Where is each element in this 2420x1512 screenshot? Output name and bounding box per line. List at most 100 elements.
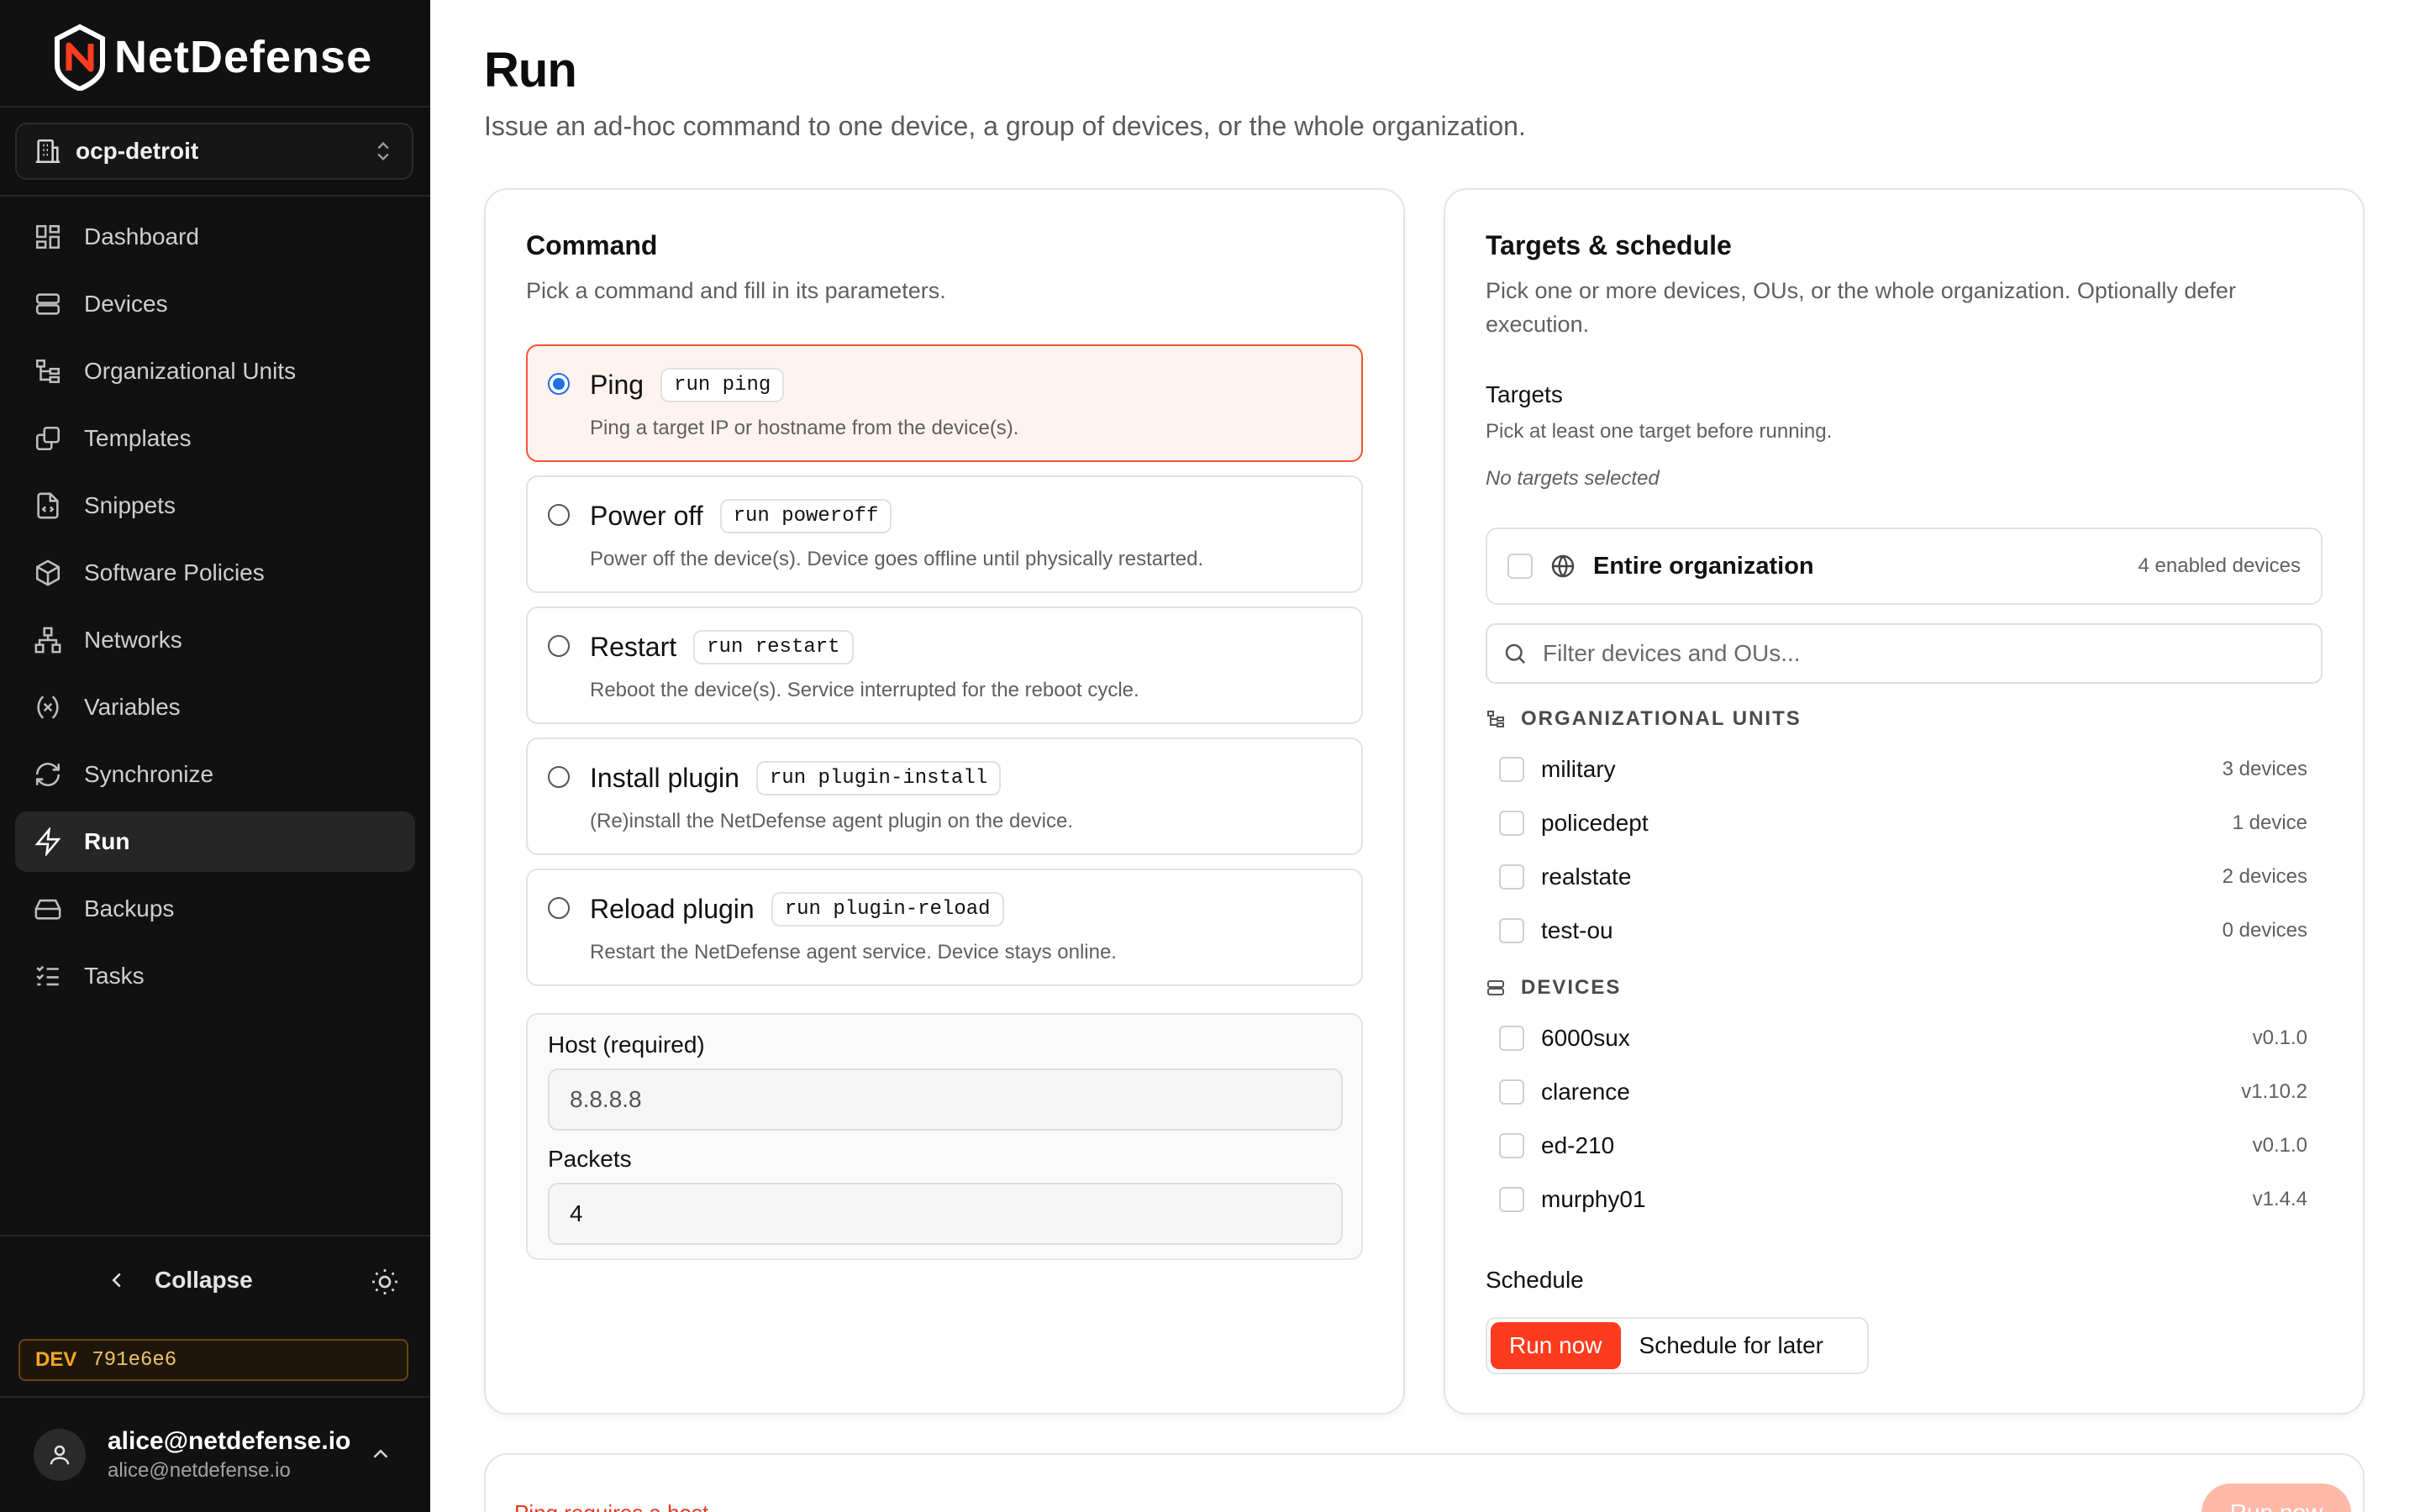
checkbox[interactable] [1499, 811, 1524, 836]
sidebar-item-tasks[interactable]: Tasks [15, 946, 415, 1006]
command-option-install-plugin[interactable]: Install plugin run plugin-install (Re)in… [526, 738, 1363, 855]
ou-row[interactable]: realstate 2 devices [1499, 853, 2307, 900]
checkbox[interactable] [1499, 864, 1524, 890]
run-now-button[interactable]: Run now [2202, 1483, 2351, 1512]
radio-button[interactable] [548, 504, 570, 526]
device-version: v0.1.0 [2252, 1026, 2307, 1049]
sidebar-item-label: Variables [84, 694, 181, 720]
org-switcher[interactable]: ocp-detroit [15, 123, 413, 180]
sidebar-item-label: Software Policies [84, 559, 265, 585]
host-input[interactable]: 8.8.8.8 [548, 1068, 1343, 1131]
packets-input[interactable]: 4 [548, 1183, 1343, 1245]
run-now-option[interactable]: Run now [1491, 1322, 1621, 1369]
sidebar-item-devices[interactable]: Devices [15, 274, 415, 334]
sidebar-item-software-policies[interactable]: Software Policies [15, 543, 415, 603]
checkbox[interactable] [1507, 554, 1533, 579]
filter-input[interactable] [1543, 640, 2299, 667]
command-option-restart[interactable]: Restart run restart Reboot the device(s)… [526, 606, 1363, 724]
sidebar-item-dashboard[interactable]: Dashboard [15, 207, 415, 267]
sidebar-item-organizational-units[interactable]: Organizational Units [15, 341, 415, 402]
page-title: Run [484, 43, 577, 97]
device-row[interactable]: clarence v1.10.2 [1499, 1068, 2307, 1116]
command-option-reload-plugin[interactable]: Reload plugin run plugin-reload Restart … [526, 869, 1363, 986]
sidebar-item-label: Run [84, 828, 130, 854]
main-content: Run Issue an ad-hoc command to one devic… [430, 0, 2420, 1512]
device-version: v0.1.0 [2252, 1134, 2307, 1157]
command-card-title: Command [526, 230, 658, 260]
user-menu[interactable]: alice@netdefense.io alice@netdefense.io [0, 1398, 430, 1512]
ou-row[interactable]: policedept 1 device [1499, 800, 2307, 847]
devices-group-header: DEVICES [1486, 976, 1621, 1000]
ou-row[interactable]: test-ou 0 devices [1499, 907, 2307, 954]
schedule-later-option[interactable]: Schedule for later [1621, 1322, 1842, 1369]
zap-icon [34, 827, 61, 856]
checkbox[interactable] [1499, 757, 1524, 782]
env-badge: DEV 791e6e6 [18, 1339, 408, 1381]
command-code: run restart [693, 630, 854, 664]
sidebar-item-backups[interactable]: Backups [15, 879, 415, 939]
radio-button[interactable] [548, 897, 570, 919]
checkbox[interactable] [1499, 918, 1524, 943]
sidebar-item-run[interactable]: Run [15, 811, 415, 872]
sidebar-nav: Dashboard Devices Organizational Units T… [15, 207, 415, 1013]
collapse-button[interactable]: Collapse [104, 1267, 253, 1294]
globe-icon [1551, 554, 1575, 578]
sidebar-item-label: Networks [84, 627, 182, 653]
command-option-power-off[interactable]: Power off run poweroff Power off the dev… [526, 475, 1363, 593]
checkbox[interactable] [1499, 1187, 1524, 1212]
brand-logo[interactable]: NetDefense [52, 24, 372, 91]
collapse-label: Collapse [155, 1267, 253, 1293]
ou-name: realstate [1541, 864, 1632, 890]
sidebar-item-snippets[interactable]: Snippets [15, 475, 415, 536]
radio-button[interactable] [548, 373, 570, 395]
netdefense-logo-icon [55, 24, 105, 91]
sidebar-item-variables[interactable]: Variables [15, 677, 415, 738]
ou-header-label: ORGANIZATIONAL UNITS [1521, 707, 1802, 730]
entire-organization-label: Entire organization [1593, 552, 1814, 580]
command-name: Ping [590, 370, 644, 400]
device-row[interactable]: ed-210 v0.1.0 [1499, 1122, 2307, 1169]
radio-button[interactable] [548, 766, 570, 788]
action-bar: Ping requires a host Run now [484, 1453, 2365, 1512]
tree-icon [35, 359, 60, 384]
ou-device-count: 0 devices [2222, 919, 2307, 942]
sidebar-item-synchronize[interactable]: Synchronize [15, 744, 415, 805]
checkbox[interactable] [1499, 1133, 1524, 1158]
description-line: execution. [1486, 312, 1590, 337]
command-card: Command Pick a command and fill in its p… [484, 188, 1405, 1415]
chevron-left-icon [112, 1273, 121, 1288]
device-name: murphy01 [1541, 1186, 1646, 1212]
checkbox[interactable] [1499, 1079, 1524, 1105]
ou-name: test-ou [1541, 917, 1613, 943]
command-option-ping[interactable]: Ping run ping Ping a target IP or hostna… [526, 344, 1363, 462]
ou-group-header: ORGANIZATIONAL UNITS [1486, 707, 1802, 731]
entire-organization-count: 4 enabled devices [2138, 554, 2301, 577]
device-name: ed-210 [1541, 1132, 1615, 1158]
tree-icon [1487, 711, 1504, 727]
sidebar-item-templates[interactable]: Templates [15, 408, 415, 469]
avatar [34, 1429, 86, 1481]
collapse-row: Collapse [0, 1252, 430, 1312]
dashboard-icon [35, 224, 60, 249]
user-icon [50, 1445, 70, 1465]
command-code: run poweroff [719, 499, 892, 533]
sidebar-item-label: Dashboard [84, 223, 199, 249]
filter-box [1486, 623, 2323, 684]
command-name: Install plugin [590, 763, 739, 793]
device-row[interactable]: 6000sux v0.1.0 [1499, 1015, 2307, 1062]
user-info: alice@netdefense.io alice@netdefense.io [108, 1427, 350, 1483]
checkbox[interactable] [1499, 1026, 1524, 1051]
ou-device-count: 1 device [2232, 811, 2307, 834]
device-row[interactable]: murphy01 v1.4.4 [1499, 1176, 2307, 1223]
entire-organization-option[interactable]: Entire organization 4 enabled devices [1486, 528, 2323, 605]
sidebar-item-networks[interactable]: Networks [15, 610, 415, 670]
sidebar-item-label: Tasks [84, 963, 145, 989]
search-icon [1505, 643, 1526, 664]
command-name: Reload plugin [590, 894, 755, 924]
radio-button[interactable] [548, 635, 570, 657]
sun-icon[interactable] [370, 1267, 400, 1297]
command-description: Power off the device(s). Device goes off… [590, 548, 1204, 570]
command-description: Restart the NetDefense agent service. De… [590, 941, 1117, 963]
sidebar-item-label: Synchronize [84, 761, 214, 787]
ou-row[interactable]: military 3 devices [1499, 746, 2307, 793]
